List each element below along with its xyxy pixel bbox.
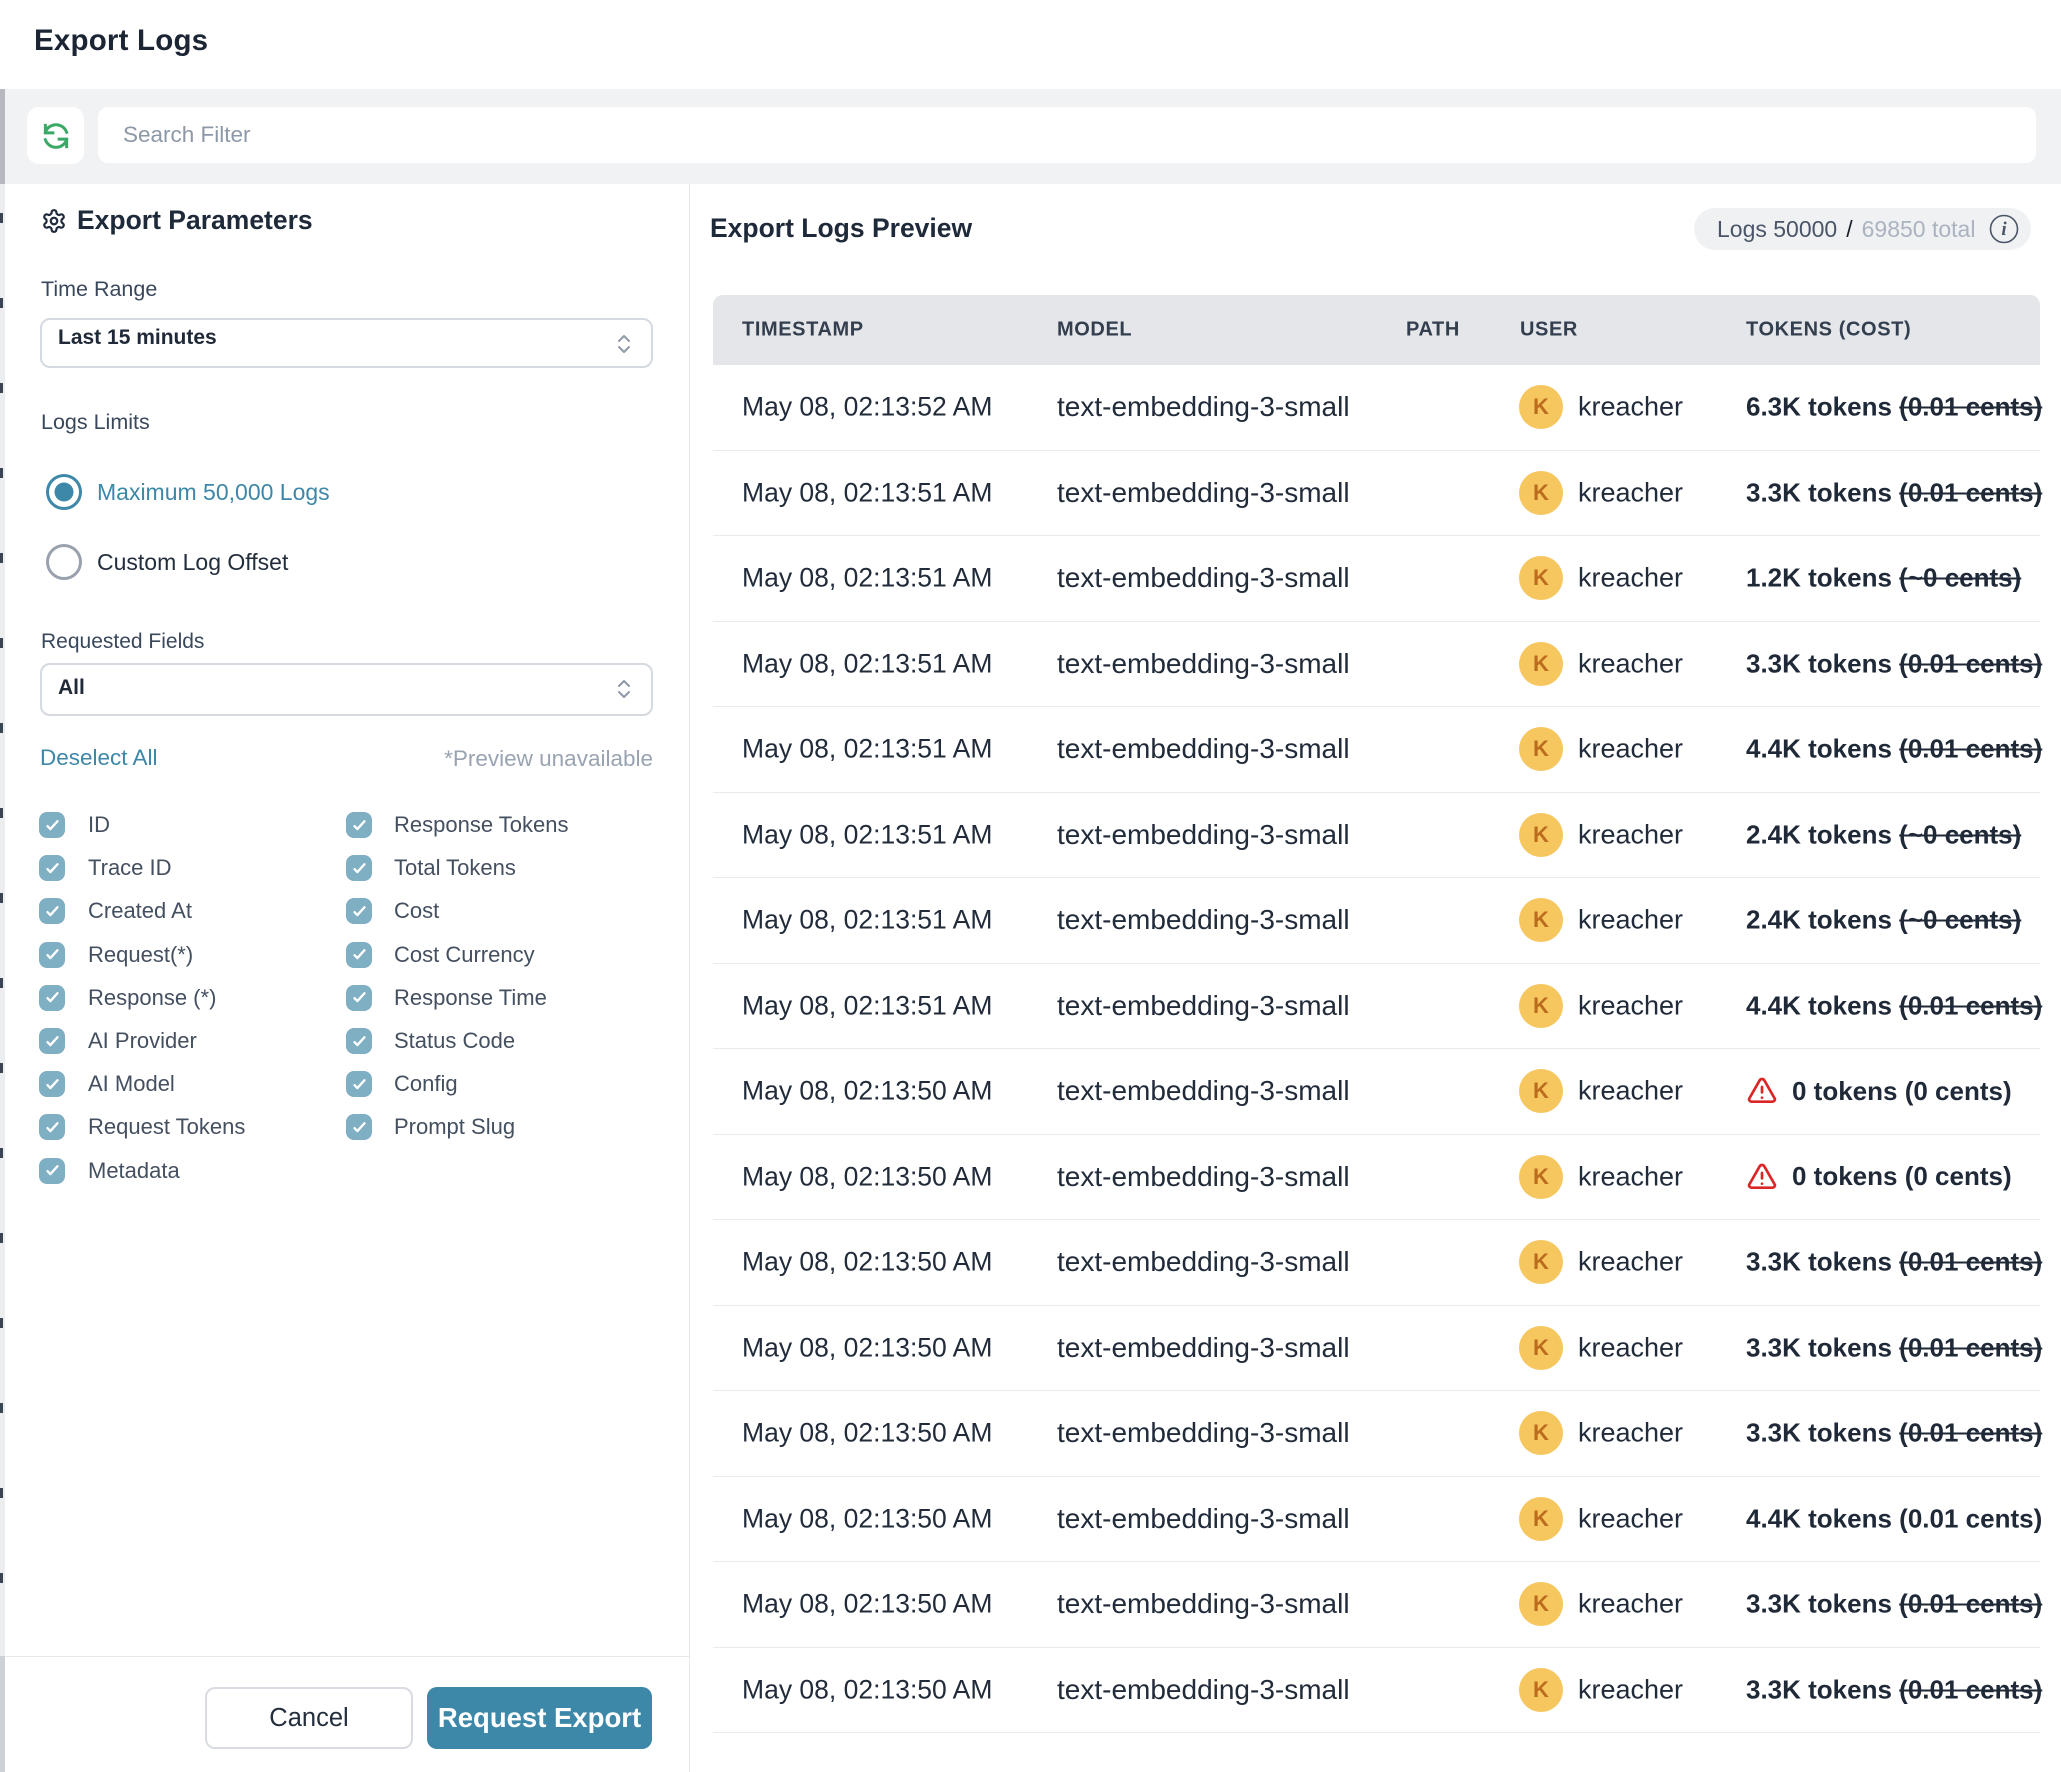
svg-text:i: i (2002, 219, 2008, 240)
